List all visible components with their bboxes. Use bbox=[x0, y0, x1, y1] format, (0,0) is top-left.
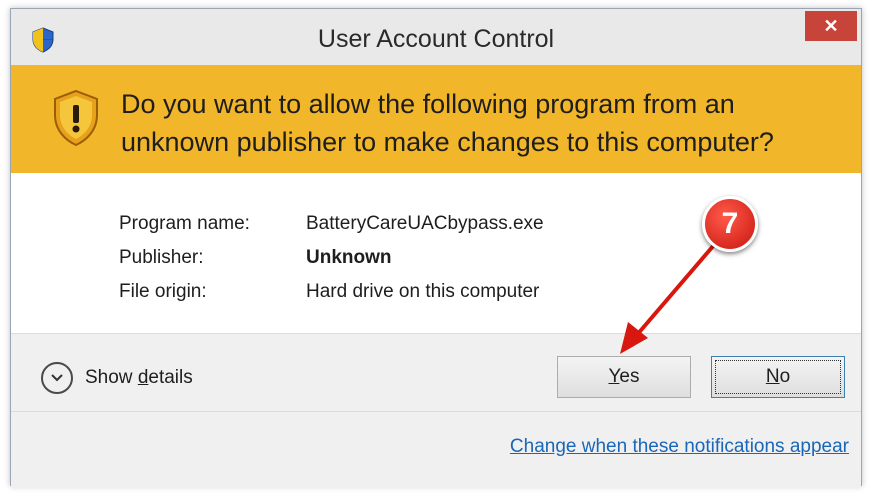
program-name-label: Program name: bbox=[119, 213, 250, 234]
footer: Change when these notifications appear bbox=[11, 411, 861, 488]
action-bar: Show details Yes No bbox=[11, 333, 861, 412]
notification-settings-link[interactable]: Change when these notifications appear bbox=[510, 436, 849, 458]
show-details-label[interactable]: Show details bbox=[85, 367, 193, 389]
close-icon: ✕ bbox=[823, 15, 839, 36]
no-button[interactable]: No bbox=[711, 356, 845, 398]
publisher-label: Publisher: bbox=[119, 247, 204, 268]
file-origin-value: Hard drive on this computer bbox=[306, 281, 540, 302]
file-origin-label: File origin: bbox=[119, 281, 207, 302]
yes-button[interactable]: Yes bbox=[557, 356, 691, 398]
show-details-toggle[interactable]: Show details bbox=[41, 362, 193, 394]
info-row-publisher: Publisher: Unknown bbox=[119, 247, 544, 281]
program-name-value: BatteryCareUACbypass.exe bbox=[306, 213, 544, 234]
window-title: User Account Control bbox=[317, 25, 555, 53]
info-row-program-name: Program name: BatteryCareUACbypass.exe bbox=[119, 213, 544, 247]
publisher-value: Unknown bbox=[306, 247, 392, 268]
title-bar[interactable]: User Account Control ✕ bbox=[11, 9, 861, 65]
chevron-down-icon[interactable] bbox=[41, 362, 73, 394]
uac-warning-shield-icon bbox=[54, 89, 98, 147]
prompt-text: Do you want to allow the following progr… bbox=[121, 89, 774, 157]
warning-banner: Do you want to allow the following progr… bbox=[11, 65, 861, 173]
close-button[interactable]: ✕ bbox=[805, 11, 857, 41]
info-table: Program name: BatteryCareUACbypass.exe P… bbox=[119, 213, 544, 315]
step-number-badge: 7 bbox=[702, 196, 758, 252]
info-row-file-origin: File origin: Hard drive on this computer bbox=[119, 281, 544, 315]
